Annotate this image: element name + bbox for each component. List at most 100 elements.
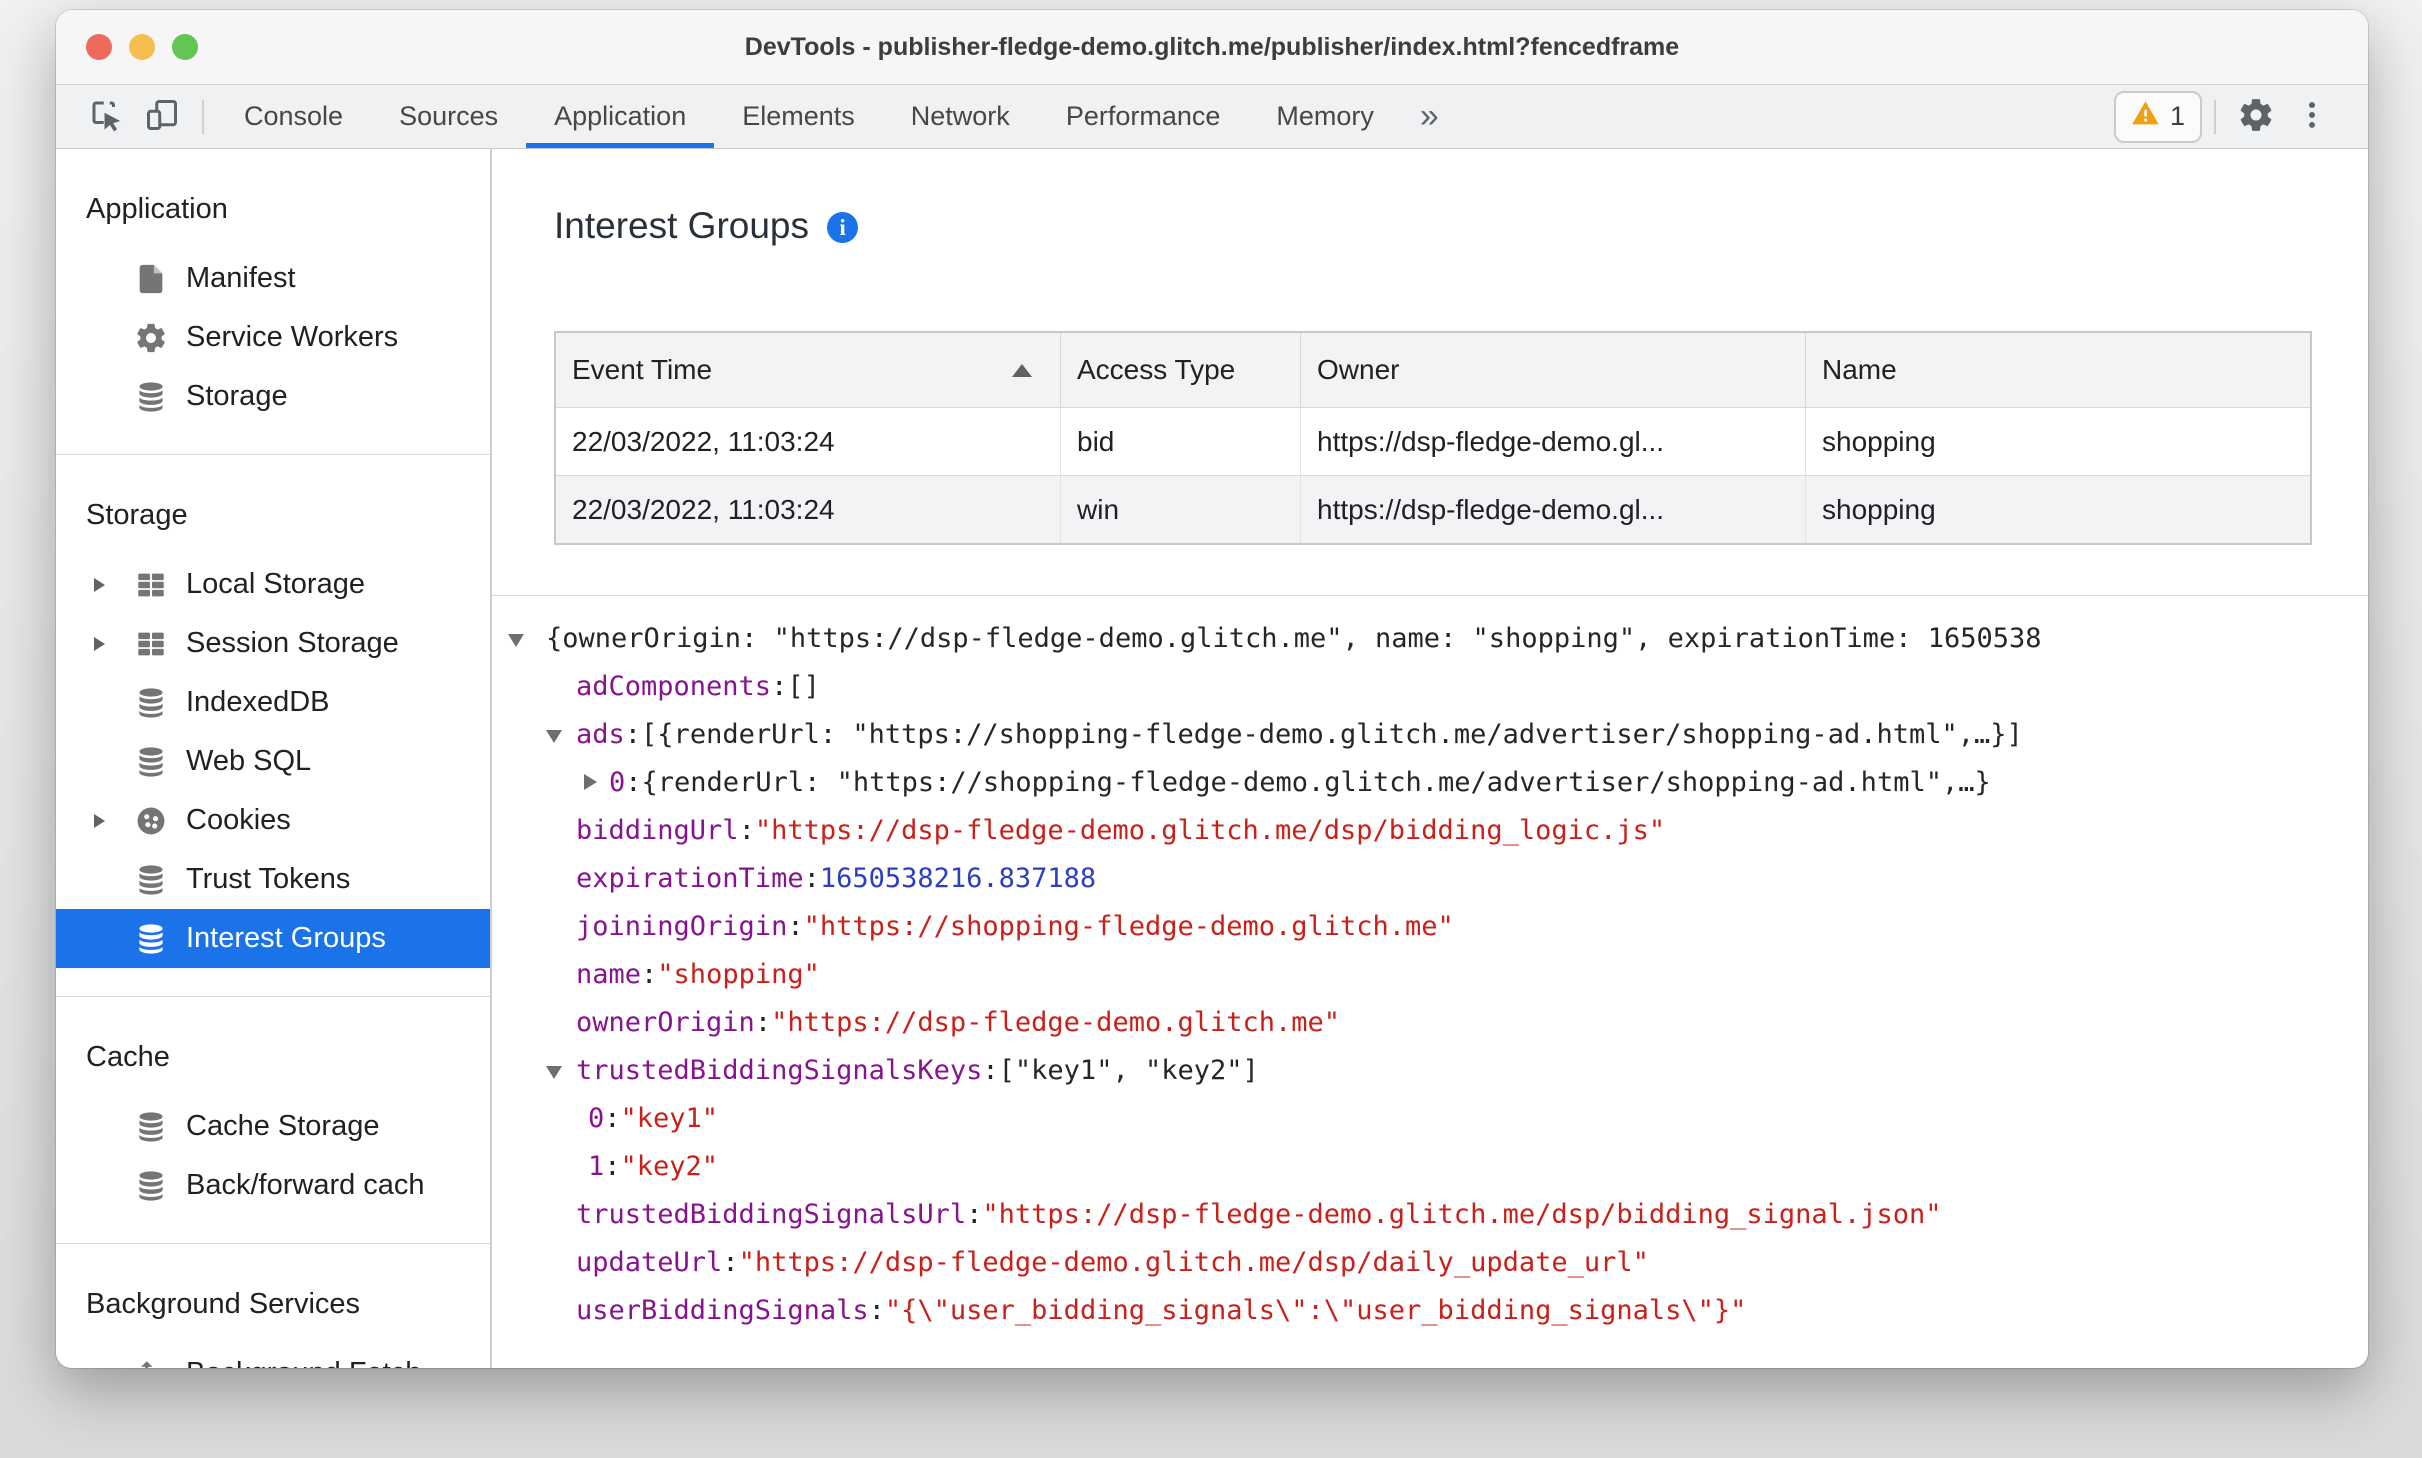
titlebar[interactable]: DevTools - publisher-fledge-demo.glitch.…: [56, 10, 2368, 85]
property-value: "https://dsp-fledge-demo.glitch.me/dsp/b…: [982, 1198, 1942, 1230]
database-icon: [134, 1169, 168, 1203]
sidebar-item-manifest[interactable]: Manifest: [56, 249, 490, 308]
tab-performance[interactable]: Performance: [1038, 85, 1249, 148]
expand-triangle-icon[interactable]: [94, 577, 134, 592]
table-cell[interactable]: bid: [1061, 407, 1301, 475]
tree-row-1[interactable]: 1: "key2": [492, 1142, 2368, 1190]
database-icon: [134, 686, 168, 720]
expand-triangle-icon[interactable]: [94, 636, 134, 651]
sidebar-item-web-sql[interactable]: Web SQL: [56, 732, 490, 791]
table-cell[interactable]: https://dsp-fledge-demo.gl...: [1301, 475, 1806, 543]
close-window-button[interactable]: [86, 34, 112, 60]
tree-row-userbiddingsignals[interactable]: userBiddingSignals: "{\"user_bidding_sig…: [492, 1286, 2368, 1334]
tree-row-root[interactable]: {ownerOrigin: "https://dsp-fledge-demo.g…: [492, 614, 2368, 662]
table-cell[interactable]: 22/03/2022, 11:03:24: [556, 475, 1061, 543]
warning-count: 1: [2169, 101, 2185, 131]
tree-row-trustedbiddingsignalsurl[interactable]: trustedBiddingSignalsUrl: "https://dsp-f…: [492, 1190, 2368, 1238]
traffic-lights: [86, 10, 198, 84]
property-value: "key1": [620, 1102, 719, 1134]
expand-triangle-icon[interactable]: [94, 813, 134, 828]
database-icon: [134, 1110, 168, 1144]
property-key: updateUrl: [576, 1246, 723, 1278]
column-header-owner[interactable]: Owner: [1301, 333, 1806, 407]
tree-row-0[interactable]: 0: "key1": [492, 1094, 2368, 1142]
tab-application[interactable]: Application: [526, 85, 715, 148]
sidebar-item-back-forward-cach[interactable]: Back/forward cach: [56, 1156, 490, 1215]
sidebar-item-label: Session Storage: [186, 627, 399, 659]
property-key: joiningOrigin: [576, 910, 788, 942]
interest-groups-table: Event Time Access Type Owner Name 22/03/2022…: [554, 331, 2312, 545]
tab-memory[interactable]: Memory: [1248, 85, 1402, 148]
tree-row-ownerorigin[interactable]: ownerOrigin: "https://dsp-fledge-demo.gl…: [492, 998, 2368, 1046]
zoom-window-button[interactable]: [172, 34, 198, 60]
sidebar-item-cache-storage[interactable]: Cache Storage: [56, 1097, 490, 1156]
tree-row-joiningorigin[interactable]: joiningOrigin: "https://shopping-fledge-…: [492, 902, 2368, 950]
info-icon[interactable]: i: [827, 212, 859, 243]
sidebar-section-background-services: Background Services Background Fetch: [56, 1272, 490, 1368]
inspect-element-button[interactable]: [78, 85, 134, 148]
inspect-cursor-icon: [88, 97, 124, 136]
section-title: Application: [86, 193, 228, 225]
tree-row-expirationtime[interactable]: expirationTime: 1650538216.837188: [492, 854, 2368, 902]
sidebar-item-session-storage[interactable]: Session Storage: [56, 614, 490, 673]
settings-button[interactable]: [2228, 96, 2284, 137]
table-cell[interactable]: win: [1061, 475, 1301, 543]
tree-row-ads[interactable]: ads: [{renderUrl: "https://shopping-fled…: [492, 710, 2368, 758]
tab-console[interactable]: Console: [216, 85, 371, 148]
panel-divider: [492, 595, 2368, 596]
tab-elements[interactable]: Elements: [714, 85, 883, 148]
more-tabs-button[interactable]: »: [1402, 85, 1457, 148]
tree-row-trustedbiddingsignalskeys[interactable]: trustedBiddingSignalsKeys: ["key1", "key…: [492, 1046, 2368, 1094]
property-value: "key2": [620, 1150, 719, 1182]
toggle-device-toolbar-button[interactable]: [134, 85, 190, 148]
sidebar-item-interest-groups[interactable]: Interest Groups: [56, 909, 490, 968]
column-header-access-type[interactable]: Access Type: [1061, 333, 1301, 407]
sidebar-item-service-workers[interactable]: Service Workers: [56, 308, 490, 367]
property-key: name: [576, 958, 642, 990]
tree-row-0[interactable]: 0: {renderUrl: "https://shopping-fledge-…: [492, 758, 2368, 806]
sidebar-item-storage[interactable]: Storage: [56, 367, 490, 426]
table-cell[interactable]: https://dsp-fledge-demo.gl...: [1301, 407, 1806, 475]
property-key: userBiddingSignals: [576, 1294, 869, 1326]
sidebar-item-local-storage[interactable]: Local Storage: [56, 555, 490, 614]
sidebar-item-cookies[interactable]: Cookies: [56, 791, 490, 850]
table-cell[interactable]: 22/03/2022, 11:03:24: [556, 407, 1061, 475]
property-value: {ownerOrigin: "https://dsp-fledge-demo.g…: [546, 622, 2042, 654]
collapse-triangle-icon[interactable]: [546, 726, 576, 743]
tree-row-updateurl[interactable]: updateUrl: "https://dsp-fledge-demo.glit…: [492, 1238, 2368, 1286]
column-header-label: Name: [1822, 354, 1897, 385]
sidebar-item-label: Cache Storage: [186, 1110, 380, 1142]
key-separator: :: [966, 1198, 983, 1230]
collapse-triangle-icon[interactable]: [508, 630, 546, 647]
column-header-name[interactable]: Name: [1806, 333, 2310, 407]
issues-warning-badge[interactable]: 1: [2113, 90, 2202, 143]
sidebar-item-trust-tokens[interactable]: Trust Tokens: [56, 850, 490, 909]
property-value: []: [787, 670, 820, 702]
interest-group-json-tree: {ownerOrigin: "https://dsp-fledge-demo.g…: [492, 614, 2368, 1334]
key-separator: :: [787, 910, 804, 942]
table-cell[interactable]: shopping: [1806, 407, 2310, 475]
expand-triangle-icon[interactable]: [584, 774, 609, 790]
sidebar-item-label: Storage: [186, 380, 288, 412]
tree-row-name[interactable]: name: "shopping": [492, 950, 2368, 998]
column-header-event-time[interactable]: Event Time: [556, 333, 1061, 407]
database-icon: [134, 380, 168, 414]
tree-row-biddingurl[interactable]: biddingUrl: "https://dsp-fledge-demo.gli…: [492, 806, 2368, 854]
sidebar-item-indexeddb[interactable]: IndexedDB: [56, 673, 490, 732]
table-cell[interactable]: shopping: [1806, 475, 2310, 543]
sidebar-item-background-fetch[interactable]: Background Fetch: [56, 1344, 490, 1368]
tab-network[interactable]: Network: [883, 85, 1038, 148]
warning-triangle-icon: [2131, 99, 2160, 135]
column-header-label: Owner: [1317, 354, 1400, 385]
collapse-triangle-icon[interactable]: [546, 1062, 576, 1079]
property-key: trustedBiddingSignalsKeys: [576, 1054, 983, 1086]
gear-icon: [134, 321, 168, 355]
section-title: Background Services: [86, 1288, 361, 1320]
tab-sources[interactable]: Sources: [371, 85, 526, 148]
more-options-button[interactable]: [2284, 98, 2340, 135]
property-value: "shopping": [657, 958, 820, 990]
key-separator: :: [722, 1246, 739, 1278]
minimize-window-button[interactable]: [129, 34, 155, 60]
tree-row-adcomponents[interactable]: adComponents: []: [492, 662, 2368, 710]
property-value: ["key1", "key2"]: [998, 1054, 1259, 1086]
